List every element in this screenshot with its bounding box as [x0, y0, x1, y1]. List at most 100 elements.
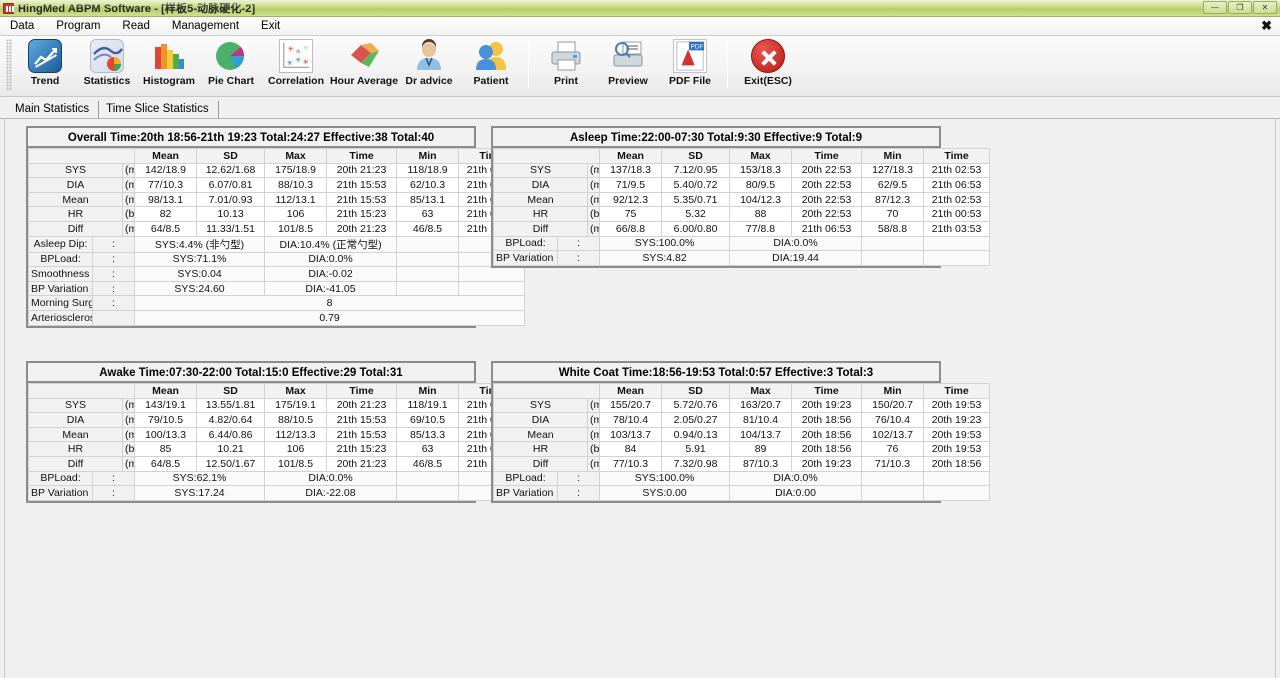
row-unit: (mmHg/kPa) — [586, 162, 601, 179]
maximize-button[interactable]: ❐ — [1228, 1, 1252, 14]
toolbar-button-pie-chart[interactable]: Pie Chart — [200, 36, 262, 94]
table-row: HR(bpm)845.918920th 18:567620th 19:53 — [493, 441, 991, 457]
row-unit: (mmHg/kPa) — [586, 455, 601, 472]
table-header-row: MeanSDMaxTimeMinTime — [27, 148, 526, 164]
extra-colon: : — [91, 235, 136, 253]
row-unit: (bpm) — [586, 441, 601, 457]
table-header-row: MeanSDMaxTimeMinTime — [492, 383, 991, 399]
table-cell: 150/20.7 — [861, 397, 925, 414]
row-unit: (mmHg/kPa) — [586, 191, 601, 208]
row-label: Mean — [28, 191, 123, 208]
toolbar-label: Preview — [608, 75, 648, 87]
toolbar-button-histogram[interactable]: Histogram — [138, 36, 200, 94]
statistics-icon — [90, 39, 124, 73]
table-single-row: Morning Surge::8 — [28, 295, 526, 311]
table-row: SYS(mmHg/kPa)155/20.75.72/0.76163/20.720… — [493, 397, 991, 414]
tab-main-statistics[interactable]: Main Statistics — [12, 101, 100, 118]
main-content: Overall Time:20th 18:56-21th 19:23 Total… — [4, 119, 1276, 678]
toolbar-button-preview[interactable]: Preview — [597, 36, 659, 94]
toolbar-button-exit[interactable]: Exit(ESC) — [734, 36, 802, 94]
table-cell: 21th 00:53 — [923, 206, 991, 222]
toolbar-button-correlation[interactable]: ✳ ✳ ✳ ✳ ✳ ✳ Correlation — [262, 36, 330, 94]
toolbar-button-trend[interactable]: Trend — [14, 36, 76, 94]
row-unit: (mmHg/kPa) — [586, 397, 601, 414]
histogram-icon — [152, 39, 186, 73]
table-cell: 98/13.1 — [134, 191, 198, 208]
extra-colon: : — [556, 470, 601, 487]
toolbar-button-pdf-file[interactable]: PDF PDF File — [659, 36, 721, 94]
table-cell: 112/13.3 — [264, 426, 328, 443]
row-unit: (mmHg/kPa) — [121, 220, 136, 237]
column-header: Min — [396, 383, 460, 399]
row-label: SYS — [28, 162, 123, 179]
toolbar-button-dr-advice[interactable]: Dr advice — [398, 36, 460, 94]
toolbar-label: Statistics — [83, 75, 131, 87]
extra-sys-value: SYS:100.0% — [599, 470, 731, 487]
single-label: Morning Surge: — [28, 295, 93, 311]
toolbar-button-statistics[interactable]: Statistics — [76, 36, 138, 94]
table-extra-row: BP Variation Corr:SYS:17.24DIA:-22.08 — [28, 485, 526, 501]
panel-table-host: MeanSDMaxTimeMinTimeSYS(mmHg/kPa)142/18.… — [27, 148, 526, 326]
minimize-button[interactable]: — — [1203, 1, 1227, 14]
menu-item-exit[interactable]: Exit — [261, 20, 292, 32]
extra-label: BPLoad: — [493, 235, 558, 252]
toolbar-separator — [727, 40, 728, 88]
row-label: HR — [493, 441, 588, 457]
menu-item-read[interactable]: Read — [122, 20, 162, 32]
app-icon — [3, 2, 14, 14]
menu-item-program[interactable]: Program — [56, 20, 112, 32]
table-cell: 118/18.9 — [396, 162, 460, 179]
table-cell: 58/8.8 — [861, 220, 925, 237]
table-cell: 88/10.5 — [264, 412, 328, 428]
toolbar-button-print[interactable]: Print — [535, 36, 597, 94]
close-button[interactable]: ✕ — [1253, 1, 1277, 14]
extra-label: BPLoad: — [28, 251, 93, 268]
panel-table-host: MeanSDMaxTimeMinTimeSYS(mmHg/kPa)143/19.… — [27, 383, 526, 501]
column-header: Mean — [134, 148, 198, 164]
table-cell: 75 — [599, 206, 663, 222]
column-header: Max — [264, 383, 328, 399]
row-unit: (mmHg/kPa) — [121, 412, 136, 428]
table-cell: 70 — [861, 206, 925, 222]
table-cell: 20th 18:56 — [791, 441, 863, 457]
table-row: Mean(mmHg/kPa)92/12.35.35/0.71104/12.320… — [493, 191, 991, 208]
row-unit: (mmHg/kPa) — [586, 412, 601, 428]
extra-colon: : — [91, 280, 136, 297]
table-cell: 21th 02:53 — [923, 191, 991, 208]
extra-label: Asleep Dip: — [28, 235, 93, 253]
menu-item-data[interactable]: Data — [10, 20, 46, 32]
toolbar-button-patient[interactable]: Patient — [460, 36, 522, 94]
table-cell: 20th 19:23 — [923, 412, 991, 428]
toolbar-drag-handle[interactable] — [6, 39, 12, 91]
extra-dia-value: DIA:10.4% (正常勺型) — [264, 235, 398, 253]
tab-time-slice-statistics[interactable]: Time Slice Statistics — [103, 101, 219, 118]
table-cell: 46/8.5 — [396, 455, 460, 472]
menu-item-management[interactable]: Management — [172, 20, 251, 32]
table-cell: 21th 15:53 — [326, 426, 398, 443]
table-cell: 81/10.4 — [729, 412, 793, 428]
table-cell: 85 — [134, 441, 198, 457]
extra-colon: : — [91, 266, 136, 282]
single-value: 0.79 — [134, 309, 526, 326]
column-header: Mean — [599, 148, 663, 164]
column-header: Time — [791, 148, 863, 164]
toolbar-button-hour-average[interactable]: Hour Average — [330, 36, 398, 94]
table-cell: 5.91 — [661, 441, 731, 457]
single-value: 8 — [134, 295, 526, 311]
extra-dia-value: DIA:0.0% — [264, 251, 398, 268]
table-cell: 63 — [396, 206, 460, 222]
extra-sys-value: SYS:4.82 — [599, 250, 731, 266]
table-cell: 137/18.3 — [599, 162, 663, 179]
extra-label: BPLoad: — [493, 470, 558, 487]
extra-blank — [458, 280, 526, 297]
toolbar-label: Dr advice — [405, 75, 453, 87]
table-cell: 62/10.3 — [396, 177, 460, 193]
table-cell: 101/8.5 — [264, 455, 328, 472]
panel-title: Asleep Time:22:00-07:30 Total:9:30 Effec… — [493, 128, 939, 148]
table-cell: 80/9.5 — [729, 177, 793, 193]
row-unit: (mmHg/kPa) — [121, 397, 136, 414]
close-icon[interactable]: ✖ — [1261, 19, 1272, 33]
table-cell: 153/18.3 — [729, 162, 793, 179]
table-cell: 12.50/1.67 — [196, 455, 266, 472]
toolbar-separator — [528, 40, 529, 88]
